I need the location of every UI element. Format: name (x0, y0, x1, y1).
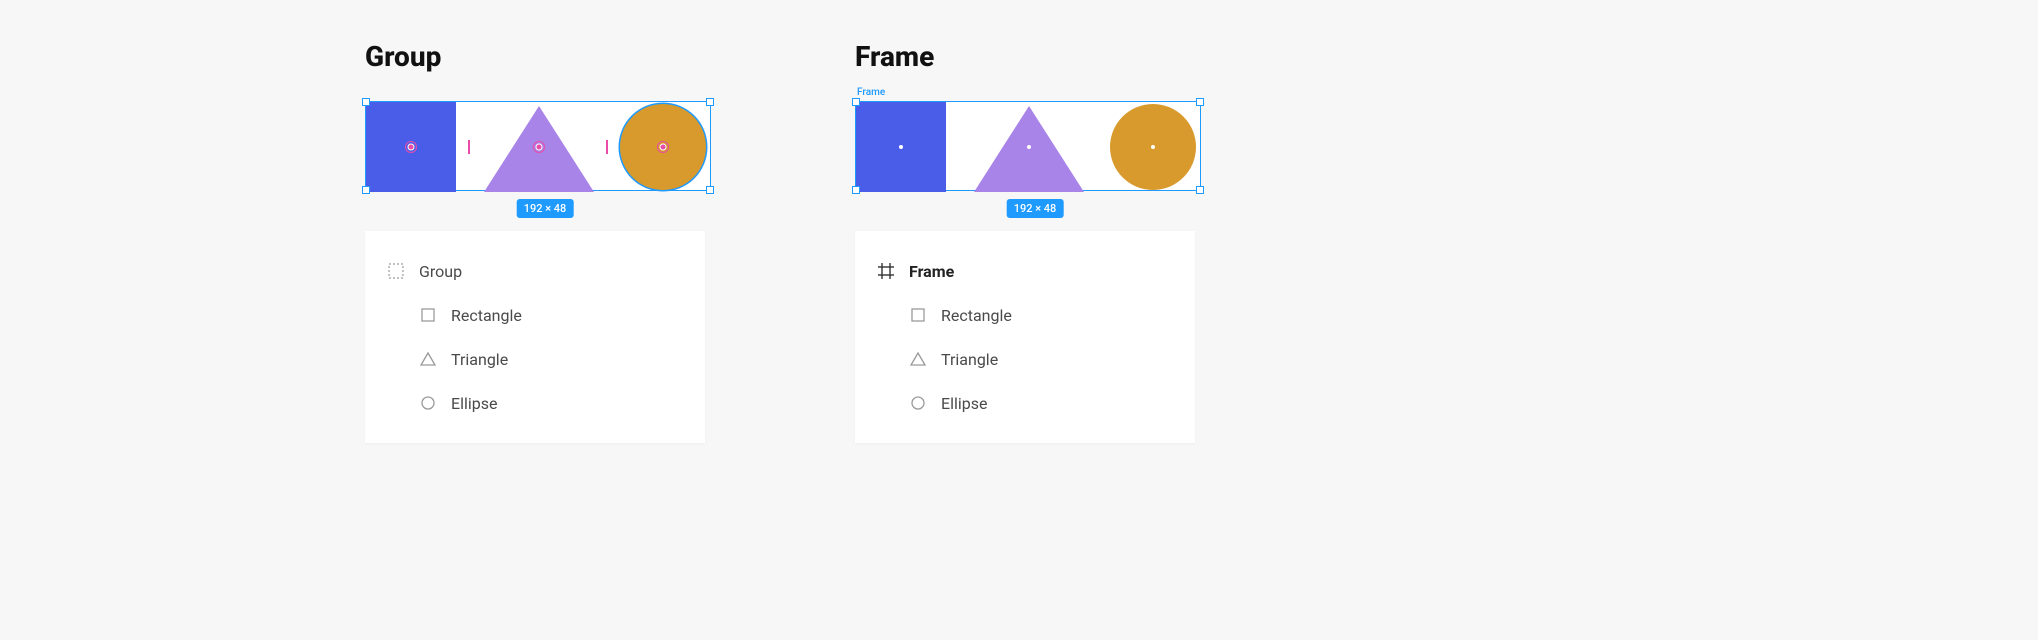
layer-label: Ellipse (941, 394, 988, 413)
dimensions-badge: 192 × 48 (1007, 199, 1064, 218)
center-dot-icon (899, 145, 903, 149)
frame-heading: Frame (855, 40, 1215, 73)
rectangle-icon (909, 306, 927, 324)
origin-marker-icon (405, 141, 417, 153)
layer-row-rectangle[interactable]: Rectangle (855, 293, 1195, 337)
layer-row-group[interactable]: Group (365, 249, 705, 293)
ellipse-shape[interactable] (620, 104, 706, 190)
frame-canvas[interactable]: Frame 192 × 48 (855, 101, 1215, 231)
triangle-icon (909, 350, 927, 368)
center-dot-icon (1027, 145, 1031, 149)
spacing-indicator-icon (606, 140, 608, 154)
ellipse-icon (419, 394, 437, 412)
center-dot-icon (1151, 145, 1155, 149)
triangle-icon (419, 350, 437, 368)
layer-row-triangle[interactable]: Triangle (365, 337, 705, 381)
layer-label: Rectangle (451, 306, 522, 325)
layer-label: Rectangle (941, 306, 1012, 325)
resize-handle-top-right[interactable] (706, 98, 714, 106)
spacing-indicator-icon (468, 140, 470, 154)
frame-icon (877, 262, 895, 280)
resize-handle-top-left[interactable] (852, 98, 860, 106)
resize-handle-bottom-right[interactable] (1196, 186, 1204, 194)
resize-handle-top-left[interactable] (362, 98, 370, 106)
triangle-shape[interactable] (974, 106, 1084, 192)
group-layers-panel: Group Rectangle Triangle Ellipse (365, 231, 705, 443)
resize-handle-bottom-right[interactable] (706, 186, 714, 194)
dimensions-badge: 192 × 48 (517, 199, 574, 218)
frame-selection-bounds[interactable] (855, 101, 1201, 191)
layer-row-triangle[interactable]: Triangle (855, 337, 1195, 381)
group-canvas[interactable]: 192 × 48 (365, 101, 725, 231)
resize-handle-top-right[interactable] (1196, 98, 1204, 106)
layer-label: Ellipse (451, 394, 498, 413)
resize-handle-bottom-left[interactable] (362, 186, 370, 194)
layer-label: Triangle (941, 350, 998, 369)
frame-title-label[interactable]: Frame (857, 87, 885, 98)
resize-handle-bottom-left[interactable] (852, 186, 860, 194)
ellipse-shape[interactable] (1110, 104, 1196, 190)
layer-label: Group (419, 262, 462, 281)
origin-marker-icon (533, 141, 545, 153)
ellipse-icon (909, 394, 927, 412)
origin-marker-icon (657, 141, 669, 153)
layer-row-ellipse[interactable]: Ellipse (855, 381, 1195, 425)
layer-row-rectangle[interactable]: Rectangle (365, 293, 705, 337)
rectangle-shape[interactable] (366, 102, 456, 192)
layer-row-frame[interactable]: Frame (855, 249, 1195, 293)
frame-layers-panel: Frame Rectangle Triangle Ellipse (855, 231, 1195, 443)
rectangle-shape[interactable] (856, 102, 946, 192)
layer-row-ellipse[interactable]: Ellipse (365, 381, 705, 425)
group-heading: Group (365, 40, 725, 73)
rectangle-icon (419, 306, 437, 324)
group-section: Group 192 × 48 Grou (365, 40, 725, 443)
group-selection-bounds[interactable] (365, 101, 711, 191)
frame-section: Frame Frame 192 × 48 (855, 40, 1215, 443)
group-icon (387, 262, 405, 280)
layer-label: Triangle (451, 350, 508, 369)
layer-label: Frame (909, 262, 954, 281)
